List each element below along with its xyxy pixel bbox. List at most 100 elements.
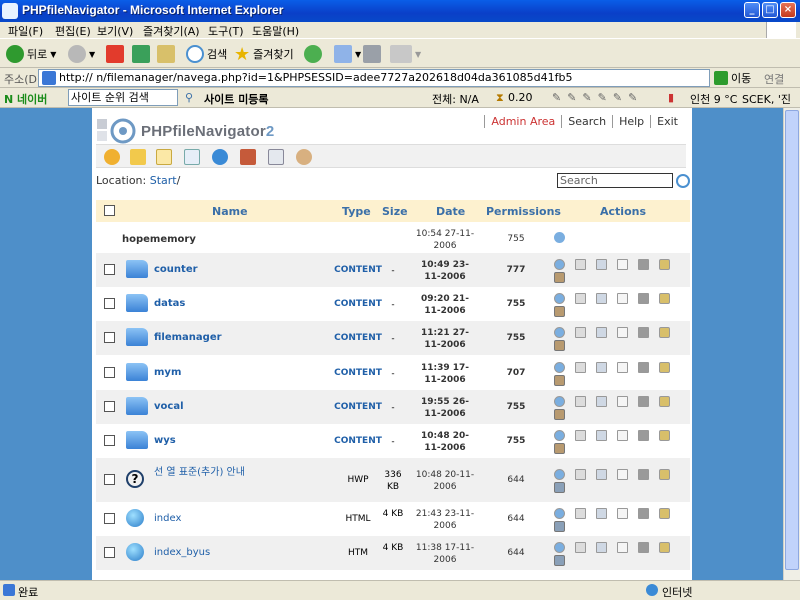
rename-icon[interactable] [617, 259, 628, 270]
folder-icon[interactable] [126, 431, 148, 449]
file-permissions[interactable]: 644 [496, 514, 536, 524]
move-icon[interactable] [596, 508, 607, 519]
admin-area-link[interactable]: Admin Area [484, 115, 561, 128]
file-name[interactable]: counter [154, 264, 198, 275]
header-name[interactable]: Name [212, 205, 248, 218]
menu-edit[interactable]: 편집(E) [55, 23, 91, 39]
naver-search-input[interactable]: 사이트 순위 검색 [68, 89, 178, 106]
info-icon[interactable] [554, 327, 565, 338]
menu-tools[interactable]: 도구(T) [208, 23, 244, 39]
delete-icon[interactable] [638, 469, 649, 480]
file-permissions[interactable]: 755 [496, 436, 536, 446]
info-icon[interactable] [554, 362, 565, 373]
minimize-button[interactable]: _ [744, 2, 760, 18]
permissions-lock-icon[interactable] [659, 259, 670, 270]
delete-icon[interactable] [638, 259, 649, 270]
forward-button[interactable]: ▼ [68, 44, 95, 64]
menu-file[interactable]: 파일(F) [8, 23, 43, 39]
folder-icon[interactable] [126, 328, 148, 346]
copy-icon[interactable] [575, 430, 586, 441]
search-input[interactable]: Search [557, 173, 673, 188]
info-icon[interactable] [554, 259, 565, 270]
rename-icon[interactable] [617, 508, 628, 519]
delete-icon[interactable] [638, 362, 649, 373]
delete-icon[interactable] [638, 396, 649, 407]
copy-icon[interactable] [575, 396, 586, 407]
upload-icon[interactable] [184, 149, 200, 165]
scrollbar-thumb[interactable] [785, 110, 799, 570]
compress-icon[interactable] [554, 409, 565, 420]
compress-icon[interactable] [554, 375, 565, 386]
folder-icon[interactable] [126, 397, 148, 415]
info-icon[interactable] [554, 232, 565, 243]
mail-button[interactable]: ▼ [334, 44, 361, 64]
naver-search-icon[interactable]: ⚲ [185, 91, 193, 104]
rename-icon[interactable] [617, 430, 628, 441]
info-icon[interactable] [554, 293, 565, 304]
delete-icon[interactable] [638, 508, 649, 519]
move-icon[interactable] [596, 430, 607, 441]
copy-icon[interactable] [575, 542, 586, 553]
move-icon[interactable] [596, 396, 607, 407]
header-permissions[interactable]: Permissions [486, 205, 561, 218]
go-button[interactable]: 이동 [714, 70, 751, 86]
file-permissions[interactable]: 644 [496, 548, 536, 558]
rename-icon[interactable] [617, 469, 628, 480]
naver-logo[interactable]: N 네이버 [4, 91, 47, 107]
permissions-lock-icon[interactable] [659, 508, 670, 519]
info-icon[interactable] [554, 469, 565, 480]
copy-icon[interactable] [575, 508, 586, 519]
file-name[interactable]: index [154, 513, 181, 524]
save-icon[interactable] [554, 482, 565, 493]
info-icon[interactable] [554, 542, 565, 553]
search-icon[interactable] [676, 174, 690, 188]
parent-dir-name[interactable]: hopememory [122, 234, 196, 245]
file-name[interactable]: vocal [154, 401, 184, 412]
new-file-icon[interactable] [156, 149, 172, 165]
scrollbar[interactable] [783, 108, 800, 580]
permissions-lock-icon[interactable] [659, 542, 670, 553]
web-icon[interactable] [212, 149, 228, 165]
delete-icon[interactable] [638, 327, 649, 338]
save-icon[interactable] [554, 521, 565, 532]
copy-icon[interactable] [575, 259, 586, 270]
folder-icon[interactable] [126, 260, 148, 278]
permissions-lock-icon[interactable] [659, 469, 670, 480]
file-permissions[interactable]: 755 [496, 402, 536, 412]
copy-icon[interactable] [575, 362, 586, 373]
back-button[interactable]: 뒤로 ▼ [6, 44, 56, 64]
help-link[interactable]: Help [612, 115, 650, 128]
row-checkbox[interactable] [104, 298, 115, 309]
move-icon[interactable] [596, 542, 607, 553]
compress-icon[interactable] [240, 149, 256, 165]
search-link[interactable]: Search [561, 115, 612, 128]
copy-icon[interactable] [575, 327, 586, 338]
delete-icon[interactable] [638, 430, 649, 441]
breadcrumb-start[interactable]: Start [150, 174, 177, 187]
menu-help[interactable]: 도움말(H) [252, 23, 299, 39]
delete-icon[interactable] [638, 293, 649, 304]
menu-favorites[interactable]: 즐겨찾기(A) [143, 23, 200, 39]
close-button[interactable]: × [780, 2, 796, 18]
header-date[interactable]: Date [436, 205, 465, 218]
rename-icon[interactable] [617, 396, 628, 407]
row-checkbox[interactable] [104, 367, 115, 378]
print-button[interactable] [363, 44, 381, 64]
rename-icon[interactable] [617, 327, 628, 338]
refresh-button[interactable] [132, 44, 150, 64]
move-icon[interactable] [596, 293, 607, 304]
compress-icon[interactable] [554, 443, 565, 454]
move-icon[interactable] [596, 362, 607, 373]
history-button[interactable] [304, 44, 322, 64]
favorites-button[interactable]: ★ 즐겨찾기 [234, 44, 294, 65]
list-view-icon[interactable] [268, 149, 284, 165]
file-permissions[interactable]: 755 [496, 333, 536, 343]
permissions-lock-icon[interactable] [659, 362, 670, 373]
web-file-icon[interactable] [126, 543, 144, 561]
move-icon[interactable] [596, 469, 607, 480]
save-icon[interactable] [554, 555, 565, 566]
row-checkbox[interactable] [104, 264, 115, 275]
menu-view[interactable]: 보기(V) [97, 23, 133, 39]
row-checkbox[interactable] [104, 401, 115, 412]
parent-folder-icon[interactable] [104, 149, 120, 165]
